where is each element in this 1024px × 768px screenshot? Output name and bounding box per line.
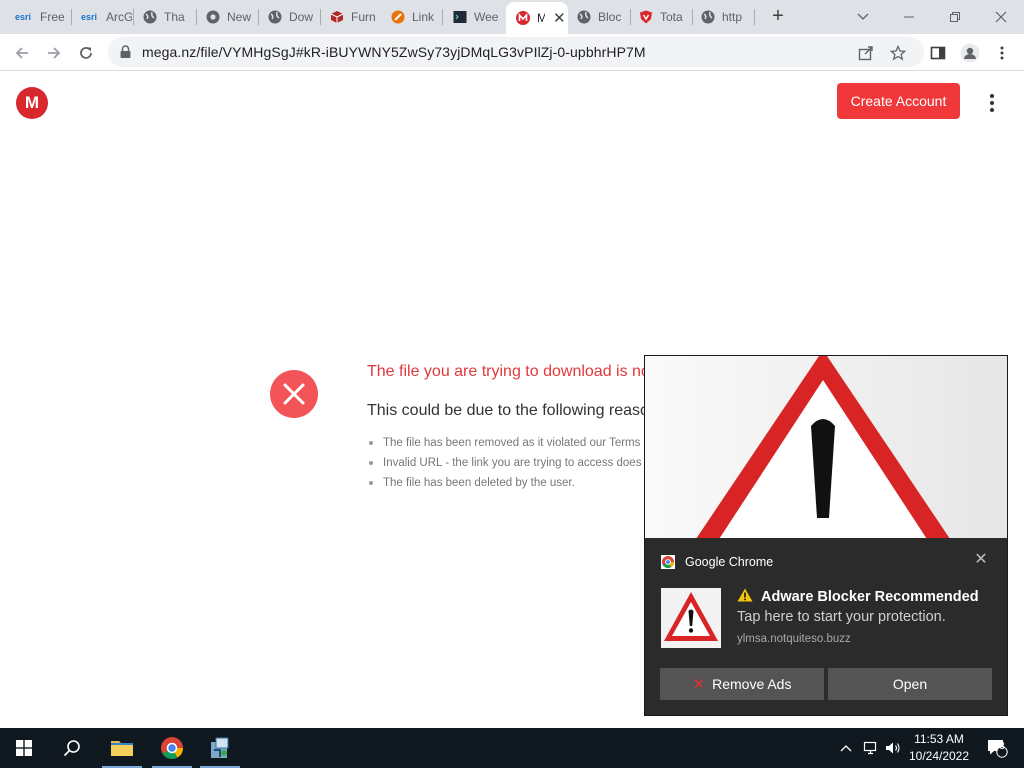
tab[interactable]: Bloc	[576, 0, 626, 34]
tab[interactable]: Dow	[267, 0, 317, 34]
tab[interactable]: New	[205, 0, 255, 34]
open-button[interactable]: Open	[828, 668, 992, 700]
forward-icon[interactable]	[40, 39, 68, 67]
installer-app-icon[interactable]	[196, 728, 244, 768]
show-hidden-icons-icon[interactable]	[838, 728, 854, 768]
tab-active[interactable]: M ✕	[506, 2, 568, 34]
remove-ads-button[interactable]: ✕ Remove Ads	[660, 668, 824, 700]
close-window-icon[interactable]	[978, 0, 1024, 34]
clock-date: 10/24/2022	[908, 749, 970, 763]
restore-icon[interactable]	[932, 0, 978, 34]
address-bar[interactable]: mega.nz/file/VYMHgSgJ#kR-iBUYWNY5ZwSy73y…	[108, 37, 924, 67]
lock-icon[interactable]	[120, 45, 131, 58]
shield-icon	[638, 9, 654, 25]
tab[interactable]: http	[700, 0, 750, 34]
notification-title: Adware Blocker Recommended	[737, 588, 979, 606]
tab-strip: esri Free esri ArcG Tha New Dow Furn Lin…	[0, 0, 1024, 34]
warning-icon	[737, 588, 753, 606]
reasons-list: The file has been removed as it violated…	[367, 436, 641, 496]
terminal-icon	[452, 9, 468, 25]
tab-search-icon[interactable]	[840, 0, 886, 34]
network-icon[interactable]	[860, 728, 882, 768]
clock-time: 11:53 AM	[914, 732, 964, 746]
notification-count-badge: 3	[999, 741, 1005, 752]
notification-body[interactable]: Tap here to start your protection.	[737, 609, 946, 625]
close-tab-icon[interactable]: ✕	[553, 9, 566, 27]
warning-thumbnail-icon	[661, 588, 721, 648]
esri-icon: esri	[80, 12, 97, 22]
tab[interactable]: Furn	[329, 0, 375, 34]
side-panel-icon[interactable]	[924, 39, 952, 67]
list-item: The file has been deleted by the user.	[367, 476, 641, 496]
chrome-notification[interactable]: Google Chrome ✕ Adware Blocker Recommend…	[644, 355, 1008, 716]
new-tab-button[interactable]: +	[766, 5, 790, 29]
file-explorer-icon[interactable]	[98, 728, 146, 768]
tab[interactable]: Wee	[452, 0, 500, 34]
close-icon[interactable]: ✕	[973, 552, 989, 568]
notification-app-name: Google Chrome	[685, 555, 774, 569]
globe-icon	[267, 9, 283, 25]
error-icon	[270, 370, 318, 418]
tab[interactable]: esri ArcG	[78, 0, 132, 34]
link-icon	[390, 9, 406, 25]
back-icon[interactable]	[8, 39, 36, 67]
chrome-menu-icon[interactable]	[988, 39, 1016, 67]
minimize-icon[interactable]	[886, 0, 932, 34]
share-icon[interactable]	[856, 43, 876, 63]
error-subtitle: This could be due to the following reaso	[367, 402, 649, 419]
globe-icon	[700, 9, 716, 25]
mega-logo[interactable]: M	[16, 87, 48, 119]
tab[interactable]: Tha	[142, 0, 192, 34]
search-icon[interactable]	[48, 728, 96, 768]
chrome-icon	[205, 9, 221, 25]
chrome-taskbar-icon[interactable]	[148, 728, 196, 768]
tab[interactable]: Tota	[638, 0, 688, 34]
esri-icon: esri	[14, 12, 31, 22]
chrome-icon	[661, 555, 675, 569]
taskbar-clock[interactable]: 11:53 AM 10/24/2022	[903, 731, 975, 765]
error-title: The file you are trying to download is n…	[367, 363, 650, 380]
warning-sign-image[interactable]	[645, 356, 1007, 538]
list-item: The file has been removed as it violated…	[367, 436, 641, 456]
mega-icon	[515, 10, 531, 26]
create-account-button[interactable]: Create Account	[837, 83, 960, 119]
list-item: Invalid URL - the link you are trying to…	[367, 456, 641, 476]
red-x-icon: ✕	[692, 676, 706, 693]
page-menu-icon[interactable]	[982, 90, 1002, 116]
bookmark-star-icon[interactable]	[888, 43, 908, 63]
tab[interactable]: Link	[390, 0, 438, 34]
windows-start-icon[interactable]	[0, 728, 48, 768]
cube-icon	[329, 9, 345, 25]
volume-icon[interactable]	[883, 728, 903, 768]
reload-icon[interactable]	[72, 39, 100, 67]
globe-icon	[576, 9, 592, 25]
browser-toolbar: mega.nz/file/VYMHgSgJ#kR-iBUYWNY5ZwSy73y…	[0, 34, 1024, 71]
url-text[interactable]: mega.nz/file/VYMHgSgJ#kR-iBUYWNY5ZwSy73y…	[142, 44, 646, 60]
globe-icon	[142, 9, 158, 25]
notification-source: ylmsa.notquiteso.buzz	[737, 633, 851, 645]
profile-avatar-icon[interactable]	[956, 39, 984, 67]
tab[interactable]: esri Free	[12, 0, 70, 34]
windows-taskbar: 11:53 AM 10/24/2022 3	[0, 728, 1024, 768]
action-center-icon[interactable]: 3	[980, 728, 1014, 768]
notification-title-text: Adware Blocker Recommended	[761, 589, 979, 605]
